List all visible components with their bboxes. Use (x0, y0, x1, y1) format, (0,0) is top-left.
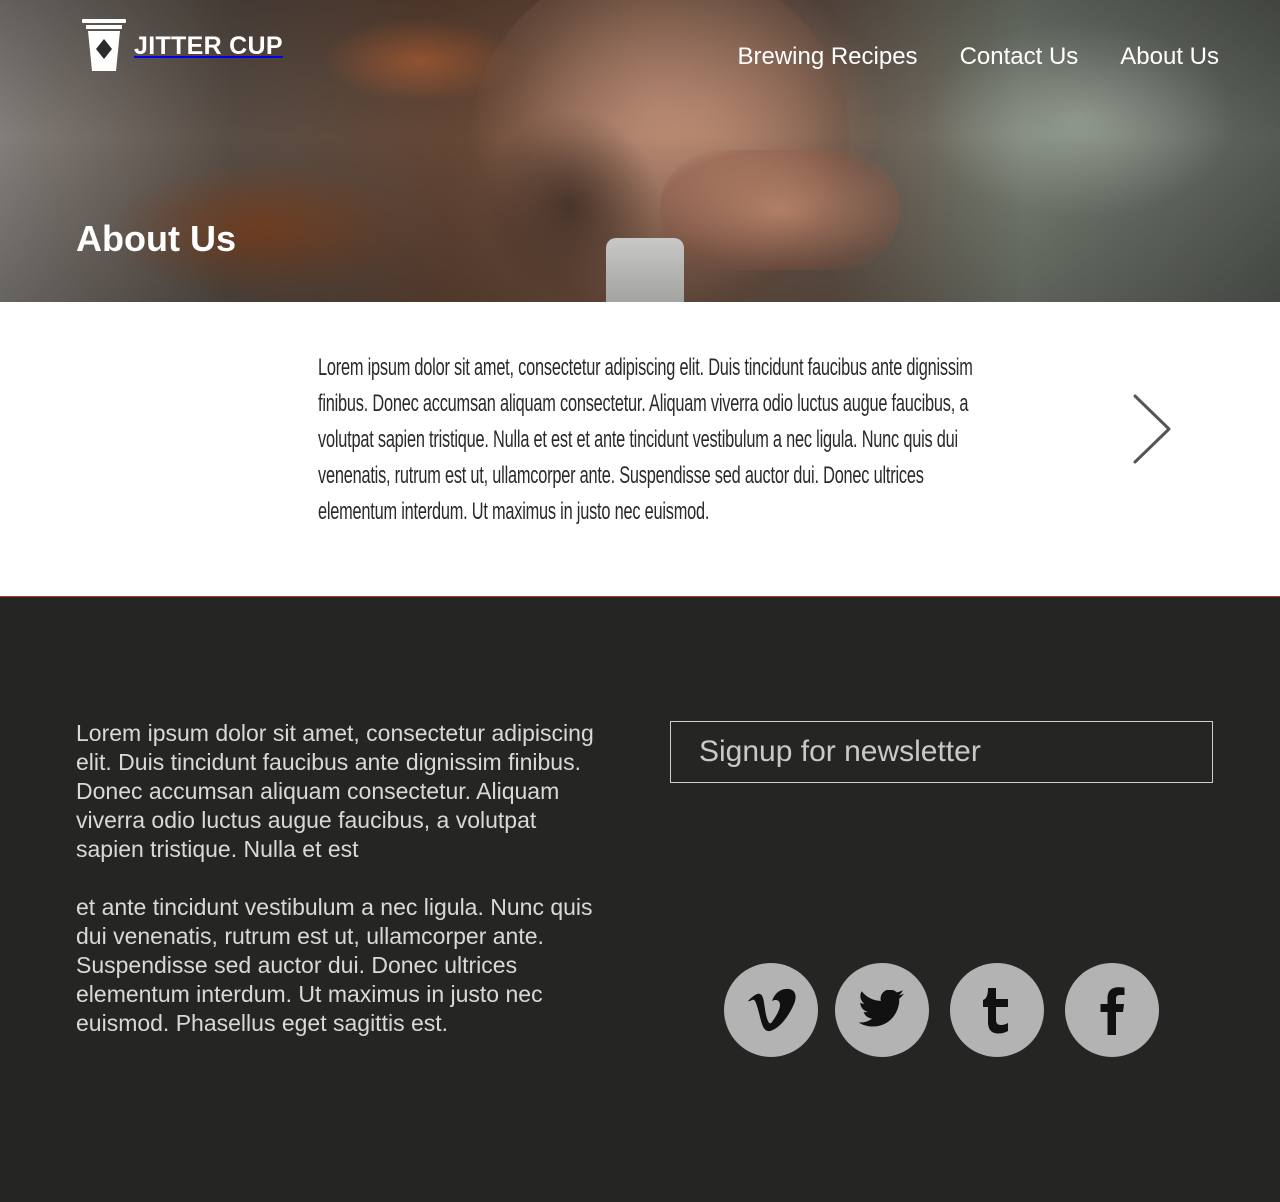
footer-paragraph-2: et ante tincidunt vestibulum a nec ligul… (76, 894, 593, 1036)
brand-logo-link[interactable]: JITTER CUP (82, 19, 283, 73)
nav-item-about-us[interactable]: About Us (1120, 43, 1219, 71)
nav-item-brewing-recipes[interactable]: Brewing Recipes (737, 43, 917, 71)
main-nav: Brewing Recipes Contact Us About Us (737, 43, 1219, 71)
tumblr-icon (980, 986, 1014, 1034)
facebook-button[interactable] (1065, 963, 1159, 1057)
about-paragraph: Lorem ipsum dolor sit amet, consectetur … (318, 354, 973, 525)
vimeo-button[interactable] (724, 963, 818, 1057)
coffee-cup-icon (82, 19, 126, 73)
hero-banner: JITTER CUP Brewing Recipes Contact Us Ab… (0, 0, 1280, 302)
newsletter-input[interactable] (670, 721, 1213, 783)
vimeo-icon (744, 987, 798, 1033)
about-content: Lorem ipsum dolor sit amet, consectetur … (0, 302, 1280, 596)
twitter-button[interactable] (835, 963, 929, 1057)
nav-item-contact-us[interactable]: Contact Us (960, 43, 1079, 71)
footer-text: Lorem ipsum dolor sit amet, consectetur … (76, 719, 596, 1038)
brand-name: JITTER CUP (134, 31, 283, 60)
page-title: About Us (76, 218, 236, 259)
facebook-icon (1097, 985, 1127, 1035)
footer-paragraph-1: Lorem ipsum dolor sit amet, consectetur … (76, 720, 594, 862)
twitter-icon (858, 990, 906, 1030)
chevron-right-icon[interactable] (1126, 392, 1176, 466)
tumblr-button[interactable] (950, 963, 1044, 1057)
site-footer: Lorem ipsum dolor sit amet, consectetur … (0, 596, 1280, 1202)
